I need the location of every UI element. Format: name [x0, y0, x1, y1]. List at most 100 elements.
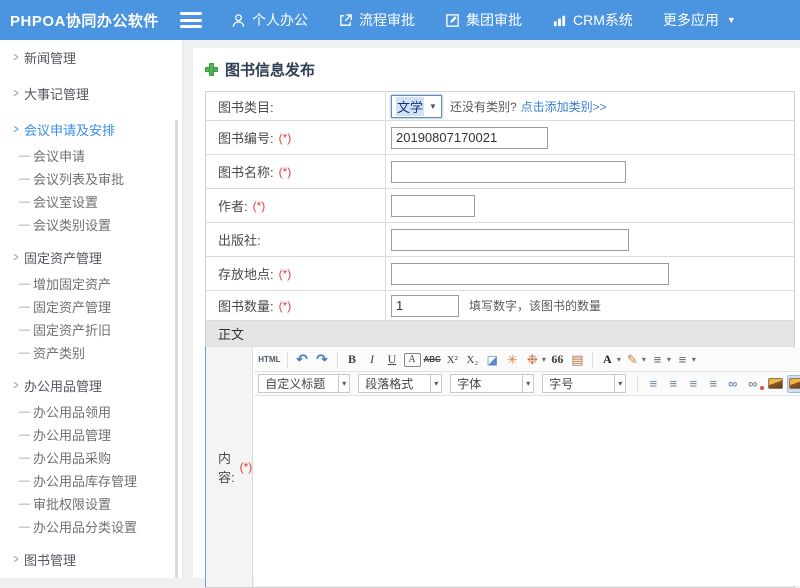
location-label: 存放地点: [218, 264, 274, 283]
category-select[interactable]: 文学 ▼ [391, 95, 442, 118]
publisher-label: 出版社: [218, 230, 261, 249]
italic-button[interactable]: I [364, 351, 381, 369]
align-justify-icon[interactable]: ≡ [704, 375, 721, 393]
eraser-icon[interactable]: ◪ [484, 351, 501, 369]
page-title: 图书信息发布 [225, 59, 315, 80]
paragraph-format-select[interactable]: 段落格式 ▾ [358, 374, 442, 393]
sidebar-item-memorabilia-management[interactable]: > 大事记管理 [0, 78, 182, 108]
insert-image-online-button[interactable] [787, 375, 800, 393]
sidebar-item-meeting-list-approval[interactable]: — 会议列表及审批 [0, 167, 182, 190]
ordered-list-button[interactable]: ≡ ▾ [649, 351, 671, 369]
add-category-link[interactable]: 点击添加类别>> [521, 98, 607, 115]
publisher-input[interactable] [391, 229, 629, 251]
undo-icon[interactable]: ↶ [294, 351, 311, 369]
chevron-right-icon: > [12, 378, 21, 392]
nav-item-workflow-approval[interactable]: 流程审批 [323, 0, 430, 40]
sidebar-item-new-book[interactable]: — 新建图书 [0, 574, 182, 578]
blockquote-button[interactable]: 66 [549, 351, 566, 369]
required-mark: (*) [279, 267, 292, 281]
image-icon [768, 378, 783, 389]
sidebar-item-supplies-requisition[interactable]: — 办公用品领用 [0, 400, 182, 423]
menu-icon[interactable] [180, 12, 202, 28]
dash-icon: — [19, 521, 33, 533]
unordered-list-button[interactable]: ≡ ▾ [674, 351, 696, 369]
author-input[interactable] [391, 195, 475, 217]
redo-icon[interactable]: ↷ [314, 351, 331, 369]
sidebar-item-supplies-inventory[interactable]: — 办公用品库存管理 [0, 469, 182, 492]
sidebar-item-meeting-apply[interactable]: — 会议申请 [0, 144, 182, 167]
sidebar-item-supplies-category-settings[interactable]: — 办公用品分类设置 [0, 515, 182, 538]
heading-select[interactable]: 自定义标题 ▾ [258, 374, 350, 393]
editor-toolbar-row2: 自定义标题 ▾ 段落格式 ▾ 字体 ▾ [254, 372, 800, 396]
underline-button[interactable]: U [384, 351, 401, 369]
category-hint: 还没有类别? [450, 98, 517, 115]
chevron-down-icon: ▾ [430, 375, 441, 392]
bold-button[interactable]: B [344, 351, 361, 369]
unlink-dot [760, 386, 764, 390]
add-icon [205, 63, 218, 76]
unlink-button[interactable]: ∞ [744, 375, 764, 393]
sidebar-item-approval-permission-settings[interactable]: — 审批权限设置 [0, 492, 182, 515]
book-name-input[interactable] [391, 161, 626, 183]
strikethrough-button[interactable]: ABC [424, 351, 441, 369]
content-label: 内容: [218, 448, 235, 486]
sidebar-item-fixed-asset-management[interactable]: — 固定资产管理 [0, 295, 182, 318]
align-right-icon[interactable]: ≡ [684, 375, 701, 393]
body-section-header: 正文 [205, 320, 794, 346]
sidebar-item-fixed-assets-management[interactable]: > 固定资产管理 [0, 242, 182, 272]
sidebar-item-add-fixed-asset[interactable]: — 增加固定资产 [0, 272, 182, 295]
main-area: 图书信息发布 图书类目: 文学 ▼ 还没有类别? 点击添加类别>> 图书编号: [183, 40, 800, 578]
sidebar-item-fixed-asset-depreciation[interactable]: — 固定资产折旧 [0, 318, 182, 341]
rich-text-editor: HTML ↶ ↷ B I U A ABC X² X₂ ◪ [254, 348, 800, 586]
sidebar-item-supplies-management[interactable]: — 办公用品管理 [0, 423, 182, 446]
sidebar-item-asset-category[interactable]: — 资产类别 [0, 341, 182, 364]
subscript-button[interactable]: X₂ [464, 351, 481, 369]
sidebar-item-office-supplies-management[interactable]: > 办公用品管理 [0, 370, 182, 400]
sidebar-item-meeting-category-settings[interactable]: — 会议类别设置 [0, 213, 182, 236]
book-number-input[interactable] [391, 127, 548, 149]
nav-item-personal-office[interactable]: 个人办公 [216, 0, 323, 40]
sidebar-item-book-management[interactable]: > 图书管理 [0, 544, 182, 574]
sidebar-item-meeting-room-settings[interactable]: — 会议室设置 [0, 190, 182, 213]
dash-icon: — [19, 150, 33, 162]
format-clear-icon[interactable]: ✳ [504, 351, 521, 369]
font-color-button[interactable]: A ▾ [599, 351, 621, 369]
chevron-down-icon: ▾ [667, 355, 671, 364]
font-family-select[interactable]: 字体 ▾ [450, 374, 534, 393]
insert-image-button[interactable] [767, 375, 784, 393]
sidebar: > 新闻管理 > 大事记管理 > 会议申请及安排 — 会议申请 — 会议列表及审… [0, 40, 183, 578]
editor-content-area[interactable] [254, 396, 800, 586]
app-logo: PHPOA协同办公软件 [0, 10, 172, 31]
nav-item-label: 集团审批 [466, 10, 522, 30]
dash-icon: — [19, 324, 33, 336]
nav-item-label: 个人办公 [252, 10, 308, 30]
nav-item-crm-system[interactable]: CRM系统 [537, 0, 648, 40]
nav-item-more-apps[interactable]: 更多应用 ▼ [648, 0, 751, 40]
chevron-down-icon: ▾ [642, 355, 646, 364]
align-center-icon[interactable]: ≡ [664, 375, 681, 393]
ordered-list-icon: ≡ [649, 351, 666, 369]
link-icon[interactable]: ∞ [724, 375, 741, 393]
nav-item-label: 更多应用 [663, 10, 719, 30]
sidebar-scrollbar[interactable] [175, 120, 178, 578]
form-row-content: 内容: (*) HTML ↶ ↷ B I U [205, 346, 794, 587]
align-left-icon[interactable]: ≡ [644, 375, 661, 393]
chevron-down-icon: ▼ [429, 102, 437, 111]
format-brush-button[interactable]: ❉ ▾ [524, 351, 546, 369]
sidebar-item-supplies-purchase[interactable]: — 办公用品采购 [0, 446, 182, 469]
source-code-button[interactable]: HTML [258, 351, 280, 369]
quantity-input[interactable] [391, 295, 459, 317]
superscript-button[interactable]: X² [444, 351, 461, 369]
chevron-down-icon: ▼ [727, 15, 736, 25]
sidebar-item-news-management[interactable]: > 新闻管理 [0, 42, 182, 72]
form-row-quantity: 图书数量: (*) 填写数字，该图书的数量 [205, 290, 794, 320]
quantity-label: 图书数量: [218, 296, 274, 315]
dash-icon: — [19, 347, 33, 359]
nav-item-group-approval[interactable]: 集团审批 [430, 0, 537, 40]
sidebar-item-meeting-application[interactable]: > 会议申请及安排 [0, 114, 182, 144]
font-size-select[interactable]: 字号 ▾ [542, 374, 626, 393]
paste-icon[interactable]: ▤ [569, 351, 586, 369]
highlight-color-button[interactable]: ✎ ▾ [624, 351, 646, 369]
font-border-button[interactable]: A [404, 353, 421, 367]
location-input[interactable] [391, 263, 669, 285]
